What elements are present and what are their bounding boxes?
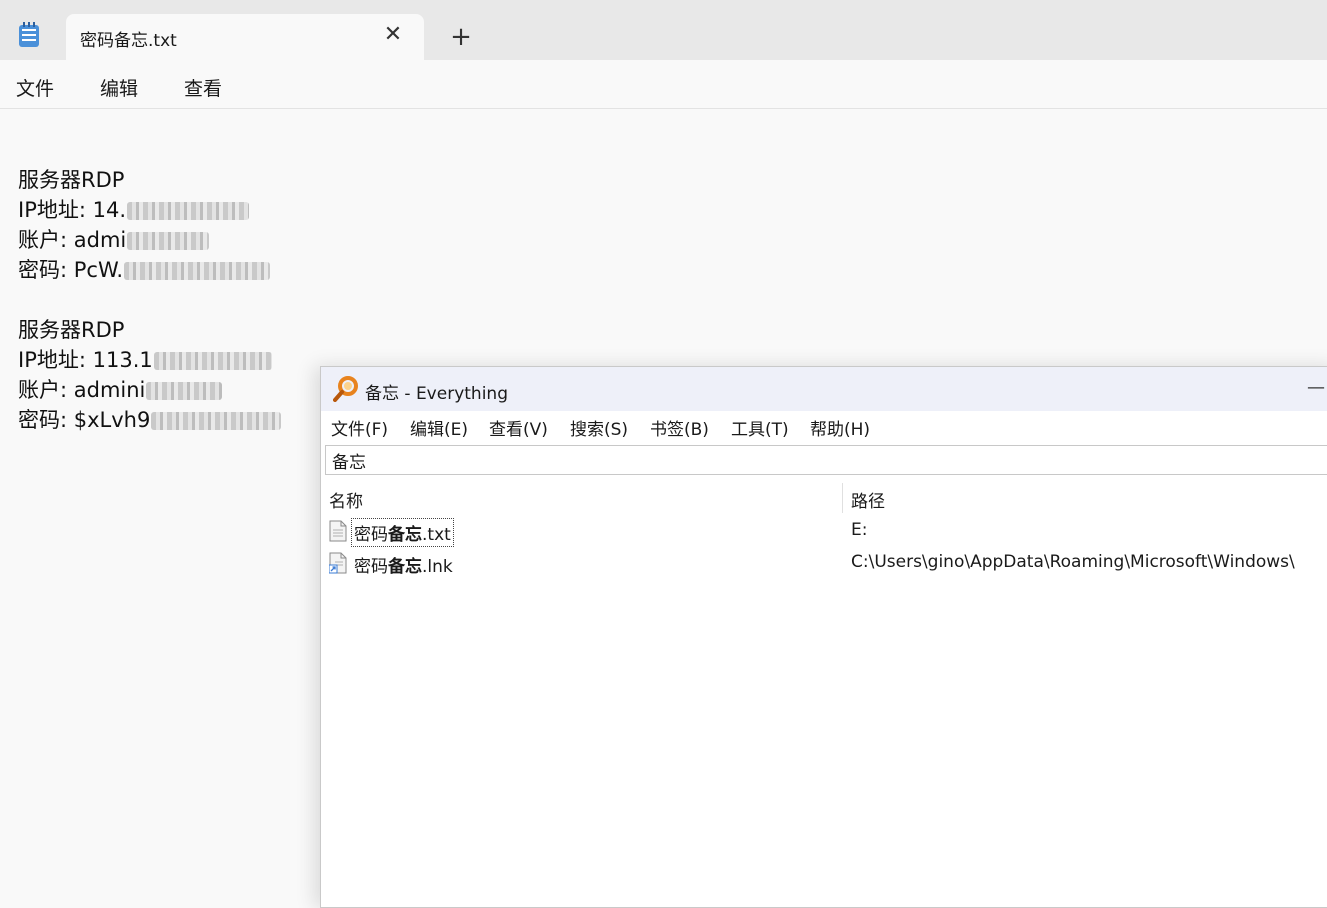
menu-search[interactable]: 搜索(S) [570, 415, 628, 440]
everything-window: 备忘 - Everything — 文件(F) 编辑(E) 查看(V) 搜索(S… [320, 366, 1327, 908]
close-tab-icon[interactable]: ✕ [380, 22, 406, 48]
notepad-app-icon [19, 22, 39, 47]
result-path: C:\Users\gino\AppData\Roaming\Microsoft\… [851, 552, 1295, 572]
text-line-heading: 服务器RDP [18, 168, 125, 192]
text-line-account: 账户: admi [18, 225, 281, 255]
column-header-name[interactable]: 名称 [329, 487, 363, 512]
menu-edit[interactable]: 编辑(E) [410, 415, 468, 440]
result-name: 密码备忘.lnk [354, 557, 453, 577]
everything-menu-bar: 文件(F) 编辑(E) 查看(V) 搜索(S) 书签(B) 工具(T) 帮助(H… [321, 411, 1327, 443]
menu-file[interactable]: 文件 [16, 74, 54, 101]
text-line-password: 密码: $xLvh9 [18, 405, 282, 435]
notepad-tab-bar: 密码备忘.txt ✕ + [0, 0, 1327, 60]
menu-edit[interactable]: 编辑 [100, 74, 138, 101]
redacted-blur [127, 232, 210, 250]
text-line-ip: IP地址: 14. [18, 195, 281, 225]
redacted-blur [151, 412, 282, 430]
editor-text-area[interactable]: 服务器RDP IP地址: 14. 账户: admi 密码: PcW. 服务器RD… [18, 165, 282, 435]
menu-view[interactable]: 查看 [184, 74, 222, 101]
tab-title: 密码备忘.txt [80, 31, 177, 51]
column-header-path[interactable]: 路径 [851, 487, 885, 512]
search-input[interactable] [325, 445, 1327, 475]
notepad-menu-bar: 文件 编辑 查看 [0, 60, 1327, 109]
results-header: 名称 路径 [321, 483, 1327, 513]
menu-file[interactable]: 文件(F) [331, 415, 388, 440]
text-line-account: 账户: admini [18, 375, 281, 405]
result-row[interactable]: 密码备忘.lnk C:\Users\gino\AppData\Roaming\M… [321, 549, 1327, 579]
text-line-password: 密码: PcW. [18, 255, 281, 285]
minimize-icon[interactable]: — [1301, 375, 1327, 401]
text-line-ip: IP地址: 113.1 [18, 345, 281, 375]
text-line-heading: 服务器RDP [18, 318, 125, 342]
redacted-blur [127, 202, 250, 220]
menu-help[interactable]: 帮助(H) [810, 415, 870, 440]
result-name: 密码备忘.txt [351, 518, 454, 547]
redacted-blur [153, 352, 272, 370]
redacted-blur [146, 382, 223, 400]
menu-bookmarks[interactable]: 书签(B) [650, 415, 709, 440]
text-file-icon [329, 520, 347, 542]
menu-view[interactable]: 查看(V) [489, 415, 548, 440]
column-divider[interactable] [842, 483, 843, 513]
result-row[interactable]: 密码备忘.txt E: [321, 517, 1327, 547]
new-tab-icon[interactable]: + [446, 22, 476, 52]
redacted-blur [124, 262, 270, 280]
shortcut-file-icon [329, 552, 347, 574]
tab-password-memo[interactable]: 密码备忘.txt ✕ [66, 14, 424, 60]
magnifier-logo-icon [333, 376, 358, 402]
result-path: E: [851, 520, 868, 540]
menu-tools[interactable]: 工具(T) [731, 415, 789, 440]
window-title: 备忘 - Everything [365, 384, 508, 404]
everything-title-bar[interactable]: 备忘 - Everything — [321, 367, 1327, 411]
